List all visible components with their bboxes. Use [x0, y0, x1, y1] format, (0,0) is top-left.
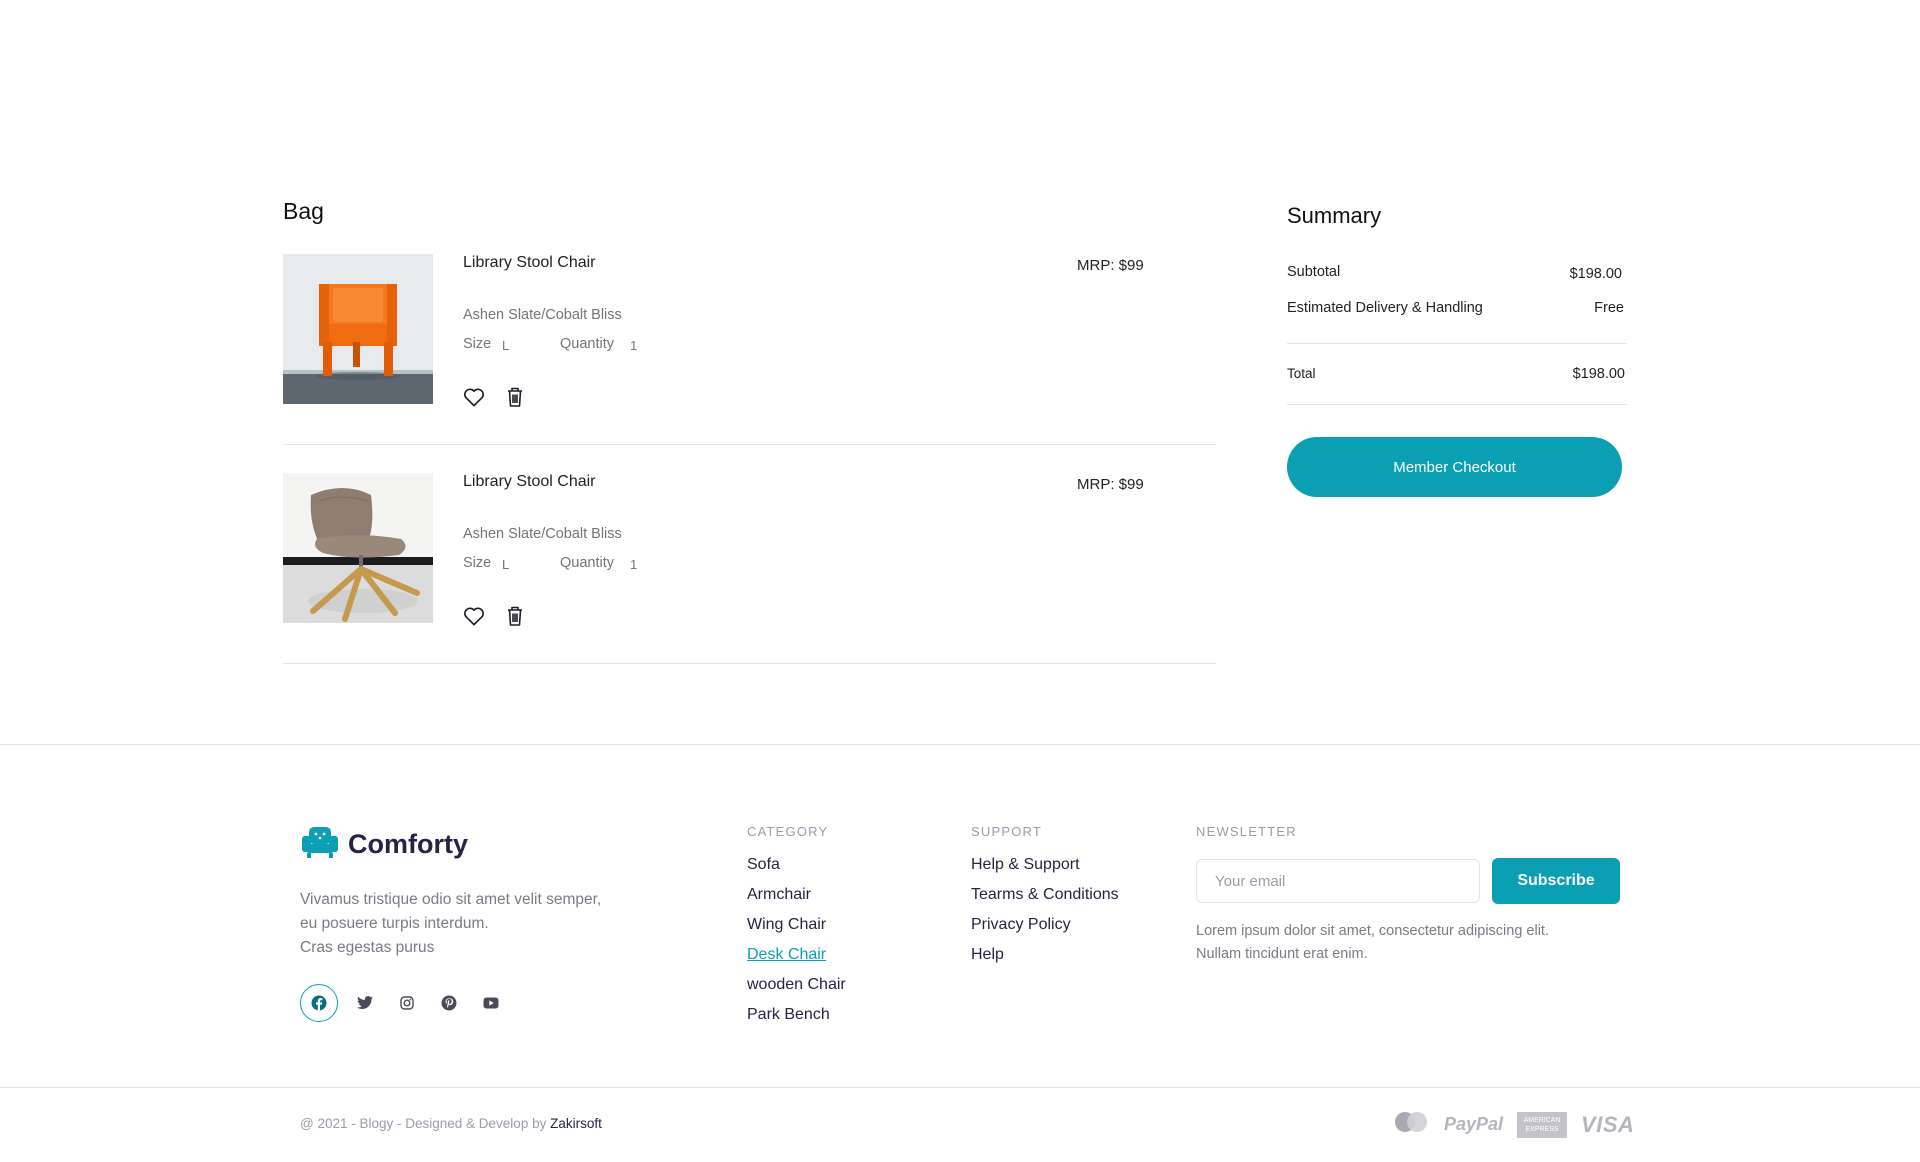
product-price: MRP: $99 — [1077, 257, 1144, 274]
bag-item: Library Stool Chair MRP: $99 Ashen Slate… — [283, 254, 1216, 445]
support-link-privacy[interactable]: Privacy Policy — [971, 916, 1119, 946]
category-link-park-bench[interactable]: Park Bench — [747, 1006, 846, 1036]
category-list: Sofa Armchair Wing Chair Desk Chair wood… — [747, 856, 846, 1036]
footer-about: Vivamus tristique odio sit amet velit se… — [300, 888, 660, 960]
heart-icon[interactable] — [461, 603, 487, 629]
footer-divider — [0, 744, 1920, 745]
trash-icon[interactable] — [502, 603, 528, 629]
amex-line: EXPRESS — [1525, 1125, 1559, 1133]
brand-name: Comforty — [348, 829, 468, 859]
pinterest-icon[interactable] — [428, 985, 470, 1021]
product-variant: Ashen Slate/Cobalt Bliss — [463, 307, 622, 323]
product-name[interactable]: Library Stool Chair — [463, 473, 596, 491]
product-image-orange-chair[interactable] — [283, 254, 433, 404]
footer-bottom-divider — [0, 1087, 1920, 1088]
subtotal-value: $198.00 — [1569, 266, 1622, 282]
about-line: Vivamus tristique odio sit amet velit se… — [300, 891, 602, 908]
payment-methods: PayPal AMERICAN EXPRESS VISA — [1392, 1110, 1634, 1139]
newsletter-text-line: Lorem ipsum dolor sit amet, consectetur … — [1196, 923, 1549, 939]
quantity-label: Quantity — [560, 336, 614, 352]
product-image-beige-chair[interactable] — [283, 473, 433, 623]
newsletter-text: Lorem ipsum dolor sit amet, consectetur … — [1196, 920, 1626, 966]
support-link-help[interactable]: Help — [971, 946, 1119, 976]
product-variant: Ashen Slate/Cobalt Bliss — [463, 526, 622, 542]
product-name[interactable]: Library Stool Chair — [463, 254, 596, 272]
twitter-icon[interactable] — [344, 985, 386, 1021]
amex-line: AMERICAN — [1523, 1116, 1561, 1124]
youtube-icon[interactable] — [470, 985, 512, 1021]
about-line: eu posuere turpis interdum. — [300, 915, 489, 932]
subscribe-button[interactable]: Subscribe — [1492, 858, 1620, 904]
copyright-text: @ 2021 - Blogy - Designed & Develop by — [300, 1116, 551, 1131]
visa-logo: VISA — [1581, 1111, 1635, 1137]
summary-title: Summary — [1287, 203, 1382, 228]
footer-logo[interactable]: Comforty — [300, 824, 468, 865]
quantity-value[interactable]: 1 — [630, 338, 637, 353]
bag-title: Bag — [283, 198, 324, 224]
category-link-wooden-chair[interactable]: wooden Chair — [747, 976, 846, 1006]
amex-logo: AMERICAN EXPRESS — [1517, 1111, 1568, 1138]
summary-divider — [1287, 343, 1627, 344]
delivery-value: Free — [1594, 300, 1624, 316]
bag-item: Library Stool Chair MRP: $99 Ashen Slate… — [283, 473, 1216, 664]
email-input[interactable] — [1196, 859, 1480, 903]
product-price: MRP: $99 — [1077, 476, 1144, 493]
delivery-label: Estimated Delivery & Handling — [1287, 300, 1483, 316]
member-checkout-button[interactable]: Member Checkout — [1287, 437, 1622, 497]
trash-icon[interactable] — [502, 384, 528, 410]
support-list: Help & Support Tearms & Conditions Priva… — [971, 856, 1119, 976]
facebook-icon[interactable] — [300, 984, 338, 1022]
subtotal-row: Subtotal $198.00 — [1287, 264, 1622, 282]
social-links — [300, 984, 512, 1022]
mastercard-icon — [1392, 1110, 1430, 1139]
size-value[interactable]: L — [502, 557, 509, 572]
category-link-desk-chair[interactable]: Desk Chair — [747, 946, 846, 976]
instagram-icon[interactable] — [386, 985, 428, 1021]
support-heading: SUPPORT — [971, 824, 1043, 839]
total-value: $198.00 — [1572, 366, 1625, 382]
size-value[interactable]: L — [502, 338, 509, 353]
summary-divider — [1287, 404, 1627, 405]
total-row: Total $198.00 — [1287, 366, 1625, 382]
size-label: Size — [463, 336, 492, 352]
newsletter-text-line: Nullam tincidunt erat enim. — [1196, 946, 1368, 962]
support-link-help-support[interactable]: Help & Support — [971, 856, 1119, 886]
category-heading: CATEGORY — [747, 824, 829, 839]
copyright-brand-link[interactable]: Zakirsoft — [550, 1116, 602, 1131]
quantity-label: Quantity — [560, 555, 614, 571]
about-line: Cras egestas purus — [300, 939, 435, 956]
newsletter-heading: NEWSLETTER — [1196, 824, 1297, 839]
support-link-terms[interactable]: Tearms & Conditions — [971, 886, 1119, 916]
category-link-sofa[interactable]: Sofa — [747, 856, 846, 886]
copyright: @ 2021 - Blogy - Designed & Develop by Z… — [300, 1116, 602, 1131]
subtotal-label: Subtotal — [1287, 264, 1341, 280]
armchair-logo-icon — [300, 824, 340, 865]
paypal-logo: PayPal — [1444, 1114, 1504, 1134]
total-label: Total — [1287, 366, 1316, 381]
size-label: Size — [463, 555, 492, 571]
delivery-row: Estimated Delivery & Handling Free — [1287, 300, 1624, 316]
quantity-value[interactable]: 1 — [630, 557, 637, 572]
category-link-wing-chair[interactable]: Wing Chair — [747, 916, 846, 946]
category-link-armchair[interactable]: Armchair — [747, 886, 846, 916]
heart-icon[interactable] — [461, 384, 487, 410]
